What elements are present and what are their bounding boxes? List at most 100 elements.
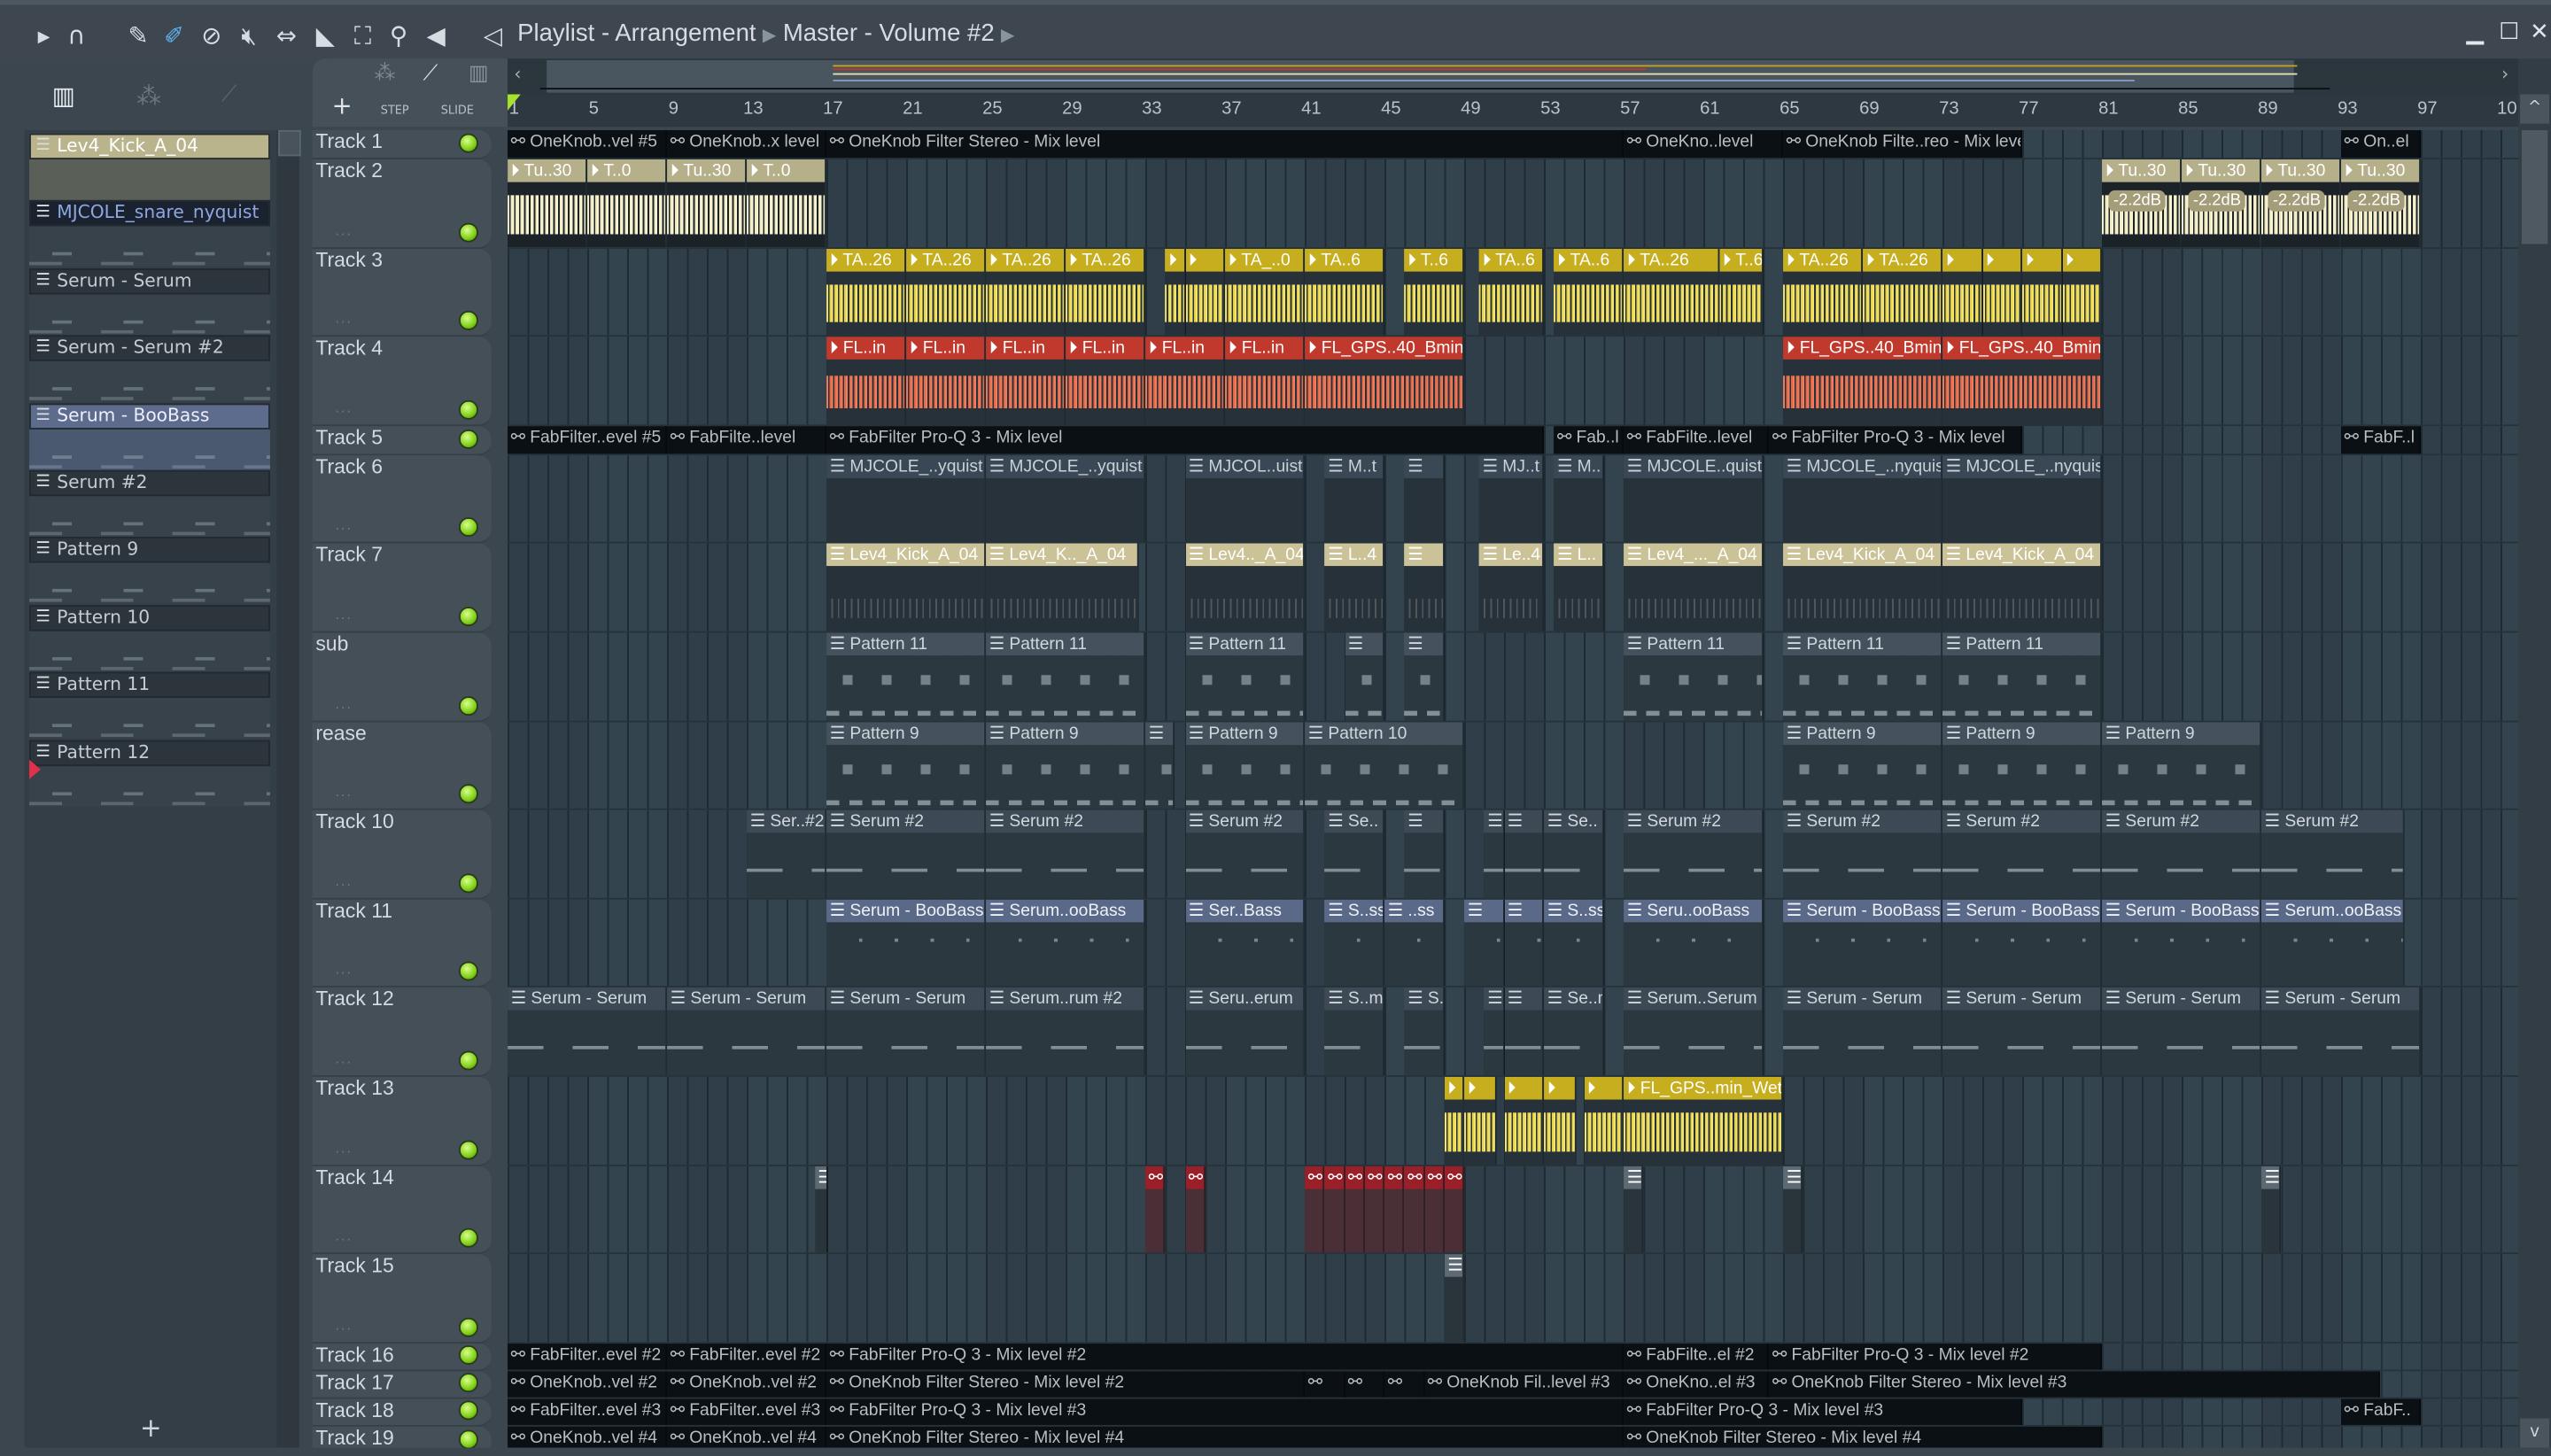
- scroll-left-icon[interactable]: ‹: [514, 64, 521, 85]
- automation-clip[interactable]: ⚯ OneKno..level: [1624, 129, 1784, 159]
- audio-clip[interactable]: ⏵ TA..6: [1478, 248, 1545, 336]
- automation-clip[interactable]: ⚯: [1345, 1371, 1385, 1398]
- track-name[interactable]: Track 6: [315, 455, 383, 478]
- pattern-clip[interactable]: ☰ Pattern 9: [1185, 721, 1306, 809]
- automation-clip[interactable]: ⚯ FabFilter..evel #2: [508, 1343, 668, 1370]
- audio-clip[interactable]: ⏵ T..6: [1719, 248, 1764, 336]
- audio-clip-icon[interactable]: ⁂: [374, 62, 395, 87]
- audio-clip[interactable]: ⏵ Tu..30: [667, 159, 748, 247]
- automation-clip[interactable]: ⚯ OneKnob..vel #5: [508, 129, 668, 159]
- pattern-clip[interactable]: ☰ Pattern 11: [986, 632, 1146, 720]
- track-lane[interactable]: ⚯ OneKnob..vel #2 ⚯ OneKnob..vel #2 ⚯ OneK…: [508, 1371, 2519, 1399]
- audio-clip[interactable]: ⏵ FL..in: [1066, 337, 1146, 424]
- pattern-clip[interactable]: ☰ S..ss: [1324, 899, 1385, 987]
- audio-clip[interactable]: ⏵ T..0: [587, 159, 668, 247]
- audio-clip[interactable]: ⏵: [1942, 248, 1983, 336]
- track-lane[interactable]: ☰ ⚯ ⚯ ⚯ ⚯ ⚯ ⚯ ⚯ ⚯ ⚯ ⚯ ☰ ☰ ☰: [508, 1166, 2519, 1255]
- automation-clip[interactable]: ⚯ OneKnob Filter Stereo - Mix level #3: [1769, 1371, 2381, 1398]
- automation-clip[interactable]: ⚯ FabFilter Pro-Q 3 - Mix level #2: [826, 1343, 1624, 1370]
- timeline-ruler[interactable]: 1 5 9 13 17 21 25 29 33 37 41 45 49 53 57 61 65 69 73 77 81 8…: [508, 94, 2519, 128]
- pattern-clip[interactable]: ☰ Lev4_Kick_A_04: [1942, 544, 2103, 631]
- automation-clip[interactable]: ⚯ FabFilter..evel #5: [508, 425, 668, 454]
- clip-gain-badge[interactable]: -2.2dB: [2347, 190, 2406, 212]
- track-options-icon[interactable]: ···: [335, 316, 353, 331]
- pattern-clip[interactable]: ☰ Serum - Serum: [1942, 987, 2103, 1076]
- pattern-clip[interactable]: ☰ Serum #2: [826, 810, 987, 898]
- track-lane[interactable]: ☰ MJCOLE_..yquist ☰ MJCOLE_..yquist ☰ MJCO…: [508, 454, 2519, 545]
- automation-clip[interactable]: ⚯ FabFilter..evel #3: [508, 1398, 668, 1426]
- automation-clip[interactable]: ⚯ Fab..l: [1554, 425, 1624, 454]
- track-lane[interactable]: ⚯ FabFilter..evel #5 ⚯ FabFilte..level ⚯ F…: [508, 425, 2519, 455]
- pattern-clip[interactable]: ☰ M..: [1554, 454, 1604, 543]
- audio-clip[interactable]: ⏵: [1504, 1076, 1545, 1165]
- clip-gain-badge[interactable]: -2.2dB: [2108, 190, 2167, 212]
- mute-icon[interactable]: 🔇︎: [234, 19, 263, 52]
- automation-clip[interactable]: ⚯ FabFilter..evel #2: [667, 1343, 827, 1370]
- pattern-clip[interactable]: ☰ Serum #2: [1942, 810, 2103, 898]
- automation-clip[interactable]: ⚯ FabFilter Pro-Q 3 - Mix level #3: [826, 1398, 1624, 1426]
- picker-scroll-thumb[interactable]: [278, 129, 301, 157]
- audio-clip[interactable]: ⏵: [1544, 1076, 1577, 1165]
- clip-gain-badge[interactable]: -2.2dB: [2268, 190, 2326, 212]
- track-options-icon[interactable]: ···: [335, 523, 353, 538]
- piano-icon[interactable]: ▥: [52, 81, 75, 111]
- automation-clip[interactable]: ⚯ OneKnob Filte..reo - Mix level: [1783, 129, 2023, 159]
- track-enable-led[interactable]: [458, 399, 478, 420]
- audio-clip[interactable]: ⏵ Tu..30: [508, 159, 588, 247]
- audio-clip[interactable]: ⏵ TA_..0: [1225, 248, 1306, 336]
- track-name[interactable]: Track 3: [315, 248, 383, 271]
- pattern-clip[interactable]: ☰: [1504, 987, 1545, 1076]
- pattern-clip[interactable]: ☰ Serum - Serum: [2102, 987, 2262, 1076]
- pattern-item[interactable]: MJCOLE_snare_nyquist: [29, 200, 270, 269]
- pattern-clip[interactable]: ☰ Serum #2: [1185, 810, 1306, 898]
- audio-clip[interactable]: ⏵: [2062, 248, 2103, 336]
- breadcrumb-arrow-icon[interactable]: ▶: [1001, 26, 1015, 45]
- track-name[interactable]: Track 10: [315, 810, 393, 833]
- pattern-item[interactable]: Pattern 9: [29, 537, 270, 606]
- track-enable-led[interactable]: [458, 221, 478, 242]
- automation-clip[interactable]: ⚯ OneKno..el #3: [1624, 1371, 1770, 1398]
- pattern-clip[interactable]: ☰ Se..m: [1544, 987, 1604, 1076]
- pattern-clip[interactable]: ☰: [2261, 1166, 2282, 1253]
- track-header[interactable]: Track 13 ···: [312, 1076, 492, 1166]
- automation-clip[interactable]: ⚯ OneKnob..vel #2: [667, 1371, 827, 1398]
- add-pattern-button[interactable]: +: [140, 1412, 162, 1443]
- picker-scrollbar[interactable]: [276, 129, 301, 1448]
- pattern-clip[interactable]: ☰ Serum..rum #2: [986, 987, 1146, 1076]
- track-enable-led[interactable]: [458, 1429, 478, 1449]
- track-lane[interactable]: ☰ Serum - BooBass ☰ Serum..ooBass ☰ Ser..B…: [508, 899, 2519, 988]
- pattern-clip[interactable]: ☰: [1504, 899, 1545, 987]
- pattern-clip[interactable]: ☰ Pattern 11: [1942, 632, 2103, 720]
- track-options-icon[interactable]: ···: [335, 789, 353, 804]
- audio-clip[interactable]: ⏵: [1464, 1076, 1497, 1165]
- automation-clip[interactable]: ⚯ OneKnob Filter Stereo - Mix level: [826, 129, 1624, 159]
- track-enable-led[interactable]: [458, 1344, 478, 1365]
- track-options-icon[interactable]: ···: [335, 1322, 353, 1337]
- automation-clip[interactable]: ⚯ FabFilter..evel #3: [667, 1398, 827, 1426]
- track-lane[interactable]: ⚯ FabFilter..evel #2 ⚯ FabFilter..evel #2…: [508, 1343, 2519, 1372]
- track-header[interactable]: rease ···: [312, 721, 492, 811]
- pattern-clip[interactable]: ⚯: [1185, 1166, 1206, 1253]
- pattern-clip[interactable]: ☰ Ser..#2: [747, 810, 827, 898]
- pattern-clip[interactable]: ☰ S..m: [1324, 987, 1385, 1076]
- pattern-clip[interactable]: ⚯: [1324, 1166, 1345, 1253]
- automation-clip[interactable]: ⚯ FabFilte..el #2: [1624, 1343, 1770, 1370]
- automation-clip[interactable]: ⚯ OneKnob..vel #2: [508, 1371, 668, 1398]
- track-name[interactable]: Track 12: [315, 988, 393, 1011]
- pattern-clip[interactable]: ⚯: [1305, 1166, 1325, 1253]
- track-options-icon[interactable]: ···: [335, 967, 353, 982]
- pattern-clip[interactable]: ☰ MJCOLE_..nyquist: [1783, 454, 1943, 543]
- vertical-scroll-thumb[interactable]: [2521, 129, 2548, 244]
- track-enable-led[interactable]: [458, 1050, 478, 1071]
- audio-clip[interactable]: ⏵ FL..in: [1145, 337, 1226, 424]
- pattern-clip[interactable]: ☰ Serum #2: [986, 810, 1146, 898]
- track-lane[interactable]: ⏵ ⏵ ⏵ ⏵ ⏵ ⏵ FL_GPS..min_Wet: [508, 1076, 2519, 1166]
- track-header[interactable]: Track 4 ···: [312, 337, 492, 426]
- track-lane[interactable]: ☰ Serum - Serum ☰ Serum - Serum ☰ Serum - …: [508, 987, 2519, 1077]
- pattern-clip[interactable]: ☰ Serum #2: [2261, 810, 2405, 898]
- pattern-clip[interactable]: ☰ M..t: [1324, 454, 1385, 543]
- track-header[interactable]: Track 14 ···: [312, 1166, 492, 1255]
- pattern-clip[interactable]: ☰ MJCOLE_..yquist: [986, 454, 1146, 543]
- minimize-icon[interactable]: ▁: [2466, 19, 2484, 45]
- pattern-item[interactable]: Serum #2: [29, 469, 270, 538]
